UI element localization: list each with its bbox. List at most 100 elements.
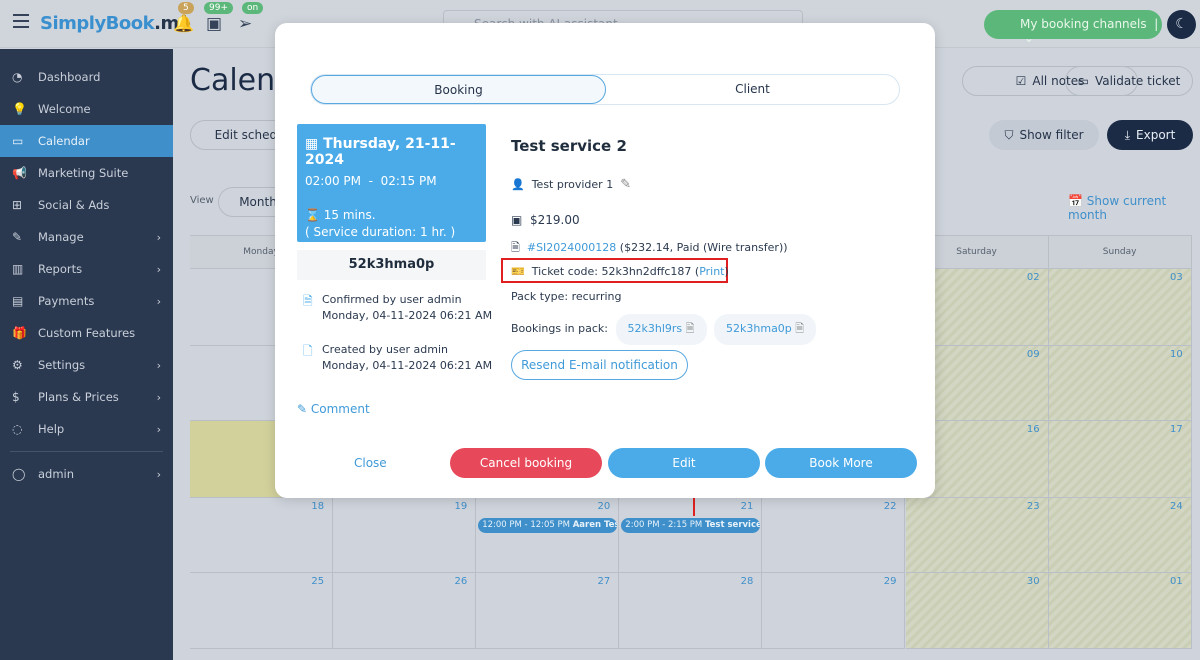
validate-ticket-button[interactable]: ▭ Validate ticket [1065, 66, 1193, 96]
document-icon: 🗎 [685, 322, 695, 335]
sidebar-item-admin[interactable]: ◯ admin › [0, 458, 173, 490]
ticket-icon: 🎫 [511, 265, 525, 278]
sidebar-item-label: Custom Features [38, 326, 136, 340]
sidebar-item-marketing-suite[interactable]: 📢 Marketing Suite [0, 157, 173, 189]
close-button[interactable]: Close [354, 456, 387, 470]
day-number: 22 [883, 501, 897, 512]
sidebar-icon: 💡 [12, 102, 27, 116]
day-number: 20 [597, 501, 611, 512]
sidebar-item-reports[interactable]: ▥ Reports › [0, 253, 173, 285]
calendar-event[interactable]: 2:00 PM - 2:15 PM Test service 2 [621, 518, 761, 533]
day-number: 03 [1169, 272, 1183, 283]
sidebar-item-welcome[interactable]: 💡 Welcome [0, 93, 173, 125]
book-more-button[interactable]: Book More [765, 448, 917, 478]
day-cell[interactable]: 20 [476, 498, 620, 573]
tab-booking[interactable]: Booking [311, 75, 606, 104]
chevron-right-icon: › [156, 230, 161, 244]
sidebar-item-payments[interactable]: ▤ Payments › [0, 285, 173, 317]
day-cell[interactable]: 01 [1048, 573, 1192, 649]
calendar-icon: 📅 [1068, 194, 1083, 208]
sidebar-item-social-ads[interactable]: ⊞ Social & Ads [0, 189, 173, 221]
modal-tabs: Booking Client [310, 74, 900, 105]
day-cell[interactable]: 21 [619, 498, 763, 573]
day-cell[interactable]: 24 [1048, 498, 1192, 573]
bell-icon[interactable]: 🔔 [173, 14, 194, 34]
show-current-month-link[interactable]: 📅 Show current month [1068, 194, 1200, 222]
paper-plane-icon[interactable]: ➢ [238, 14, 252, 34]
sidebar-icon: ▭ [12, 134, 24, 148]
day-number: 01 [1169, 576, 1183, 587]
pack-booking-code: 52k3hl9rs [627, 322, 683, 335]
menu-icon[interactable] [13, 14, 29, 28]
booking-time: 02:00 PM - 02:15 PM [305, 174, 437, 188]
invoice-link[interactable]: #SI2024000128 [527, 241, 616, 254]
booking-duration: 15 mins. [323, 208, 376, 222]
day-number: 26 [454, 576, 468, 587]
sidebar-icon: ▥ [12, 262, 24, 276]
cancel-booking-button[interactable]: Cancel booking [450, 448, 602, 478]
sidebar-item-help[interactable]: ◌ Help › [0, 413, 173, 445]
print-ticket-link[interactable]: Print [699, 265, 724, 278]
user-icon: 👤 [511, 178, 525, 191]
logo[interactable]: SimplyBook.me [40, 13, 191, 34]
day-cell[interactable]: 27 [476, 573, 620, 649]
sidebar-icon: 🎁 [12, 326, 27, 340]
booking-modal: Booking Client ▦ Thursday, 21-11-2024 02… [275, 23, 935, 498]
day-cell[interactable]: 22 [762, 498, 906, 573]
day-cell[interactable]: 23 [905, 498, 1049, 573]
sidebar-icon: ▤ [12, 294, 24, 308]
booking-channels-button[interactable]: My booking channels | ⌄ [984, 10, 1162, 45]
event-title: Aaren Test [572, 520, 618, 530]
show-current-month-label: Show current month [1068, 194, 1167, 222]
pack-booking-chip[interactable]: 52k3hl9rs 🗎 [615, 314, 707, 345]
log-entry: 🗋 Created by user admin Monday, 04-11-2024… [303, 342, 492, 374]
dark-mode-icon[interactable]: ☾ [1167, 10, 1196, 39]
day-number: 17 [1169, 424, 1183, 435]
day-number: 27 [597, 576, 611, 587]
sidebar-item-calendar[interactable]: ▭ Calendar [0, 125, 173, 157]
comment-link[interactable]: ✎ Comment [297, 402, 370, 416]
weekday-header: Sunday [1048, 236, 1192, 269]
divider [10, 451, 163, 452]
calendar-icon: ▦ [305, 136, 319, 152]
day-cell[interactable]: 30 [905, 573, 1049, 649]
day-number: 18 [311, 501, 325, 512]
ticket-paren: ) [724, 265, 729, 278]
day-cell[interactable]: 26 [333, 573, 477, 649]
log-text: Confirmed by user admin [322, 293, 462, 306]
sidebar-item-settings[interactable]: ⚙ Settings › [0, 349, 173, 381]
day-cell[interactable]: 10 [1048, 346, 1192, 421]
bookings-in-pack-label: Bookings in pack: [511, 322, 608, 335]
day-number: 28 [740, 576, 754, 587]
sidebar-item-manage[interactable]: ✎ Manage › [0, 221, 173, 253]
day-cell[interactable]: 25 [190, 573, 334, 649]
edit-button[interactable]: Edit [608, 448, 760, 478]
resend-email-button[interactable]: Resend E-mail notification [511, 350, 688, 380]
day-cell[interactable]: 03 [1048, 269, 1192, 346]
ticket-code: Ticket code: 52k3hn2dffc187 ( [531, 265, 700, 278]
day-cell[interactable]: 19 [333, 498, 477, 573]
show-filter-button[interactable]: ⛉ Show filter [989, 120, 1099, 150]
export-button[interactable]: ⤓ Export [1107, 120, 1193, 150]
validate-ticket-label: Validate ticket [1094, 74, 1181, 88]
day-cell[interactable]: 17 [1048, 421, 1192, 498]
edit-icon[interactable]: ✎ [620, 177, 631, 192]
calendar-event[interactable]: 12:00 PM - 12:05 PM Aaren Test [478, 518, 618, 533]
sidebar-item-plans-prices[interactable]: $ Plans & Prices › [0, 381, 173, 413]
money-icon: ▣ [511, 213, 523, 227]
sidebar-item-dashboard[interactable]: ◔ Dashboard [0, 61, 173, 93]
day-cell[interactable]: 28 [619, 573, 763, 649]
pack-booking-chip[interactable]: 52k3hma0p 🗎 [714, 314, 817, 345]
export-label: Export [1136, 128, 1176, 142]
day-cell[interactable]: 29 [762, 573, 906, 649]
provider-name: Test provider 1 [531, 178, 614, 191]
sidebar-item-custom-features[interactable]: 🎁 Custom Features [0, 317, 173, 349]
day-number: 23 [1026, 501, 1040, 512]
calendar-check-icon[interactable]: ▣ [206, 14, 222, 34]
chevron-right-icon: › [156, 262, 161, 276]
log-entry: 🗎 Confirmed by user admin Monday, 04-11-20… [303, 292, 492, 324]
day-cell[interactable]: 18 [190, 498, 334, 573]
day-number: 29 [883, 576, 897, 587]
tab-client[interactable]: Client [606, 75, 899, 104]
sidebar-item-label: Help [38, 422, 65, 436]
